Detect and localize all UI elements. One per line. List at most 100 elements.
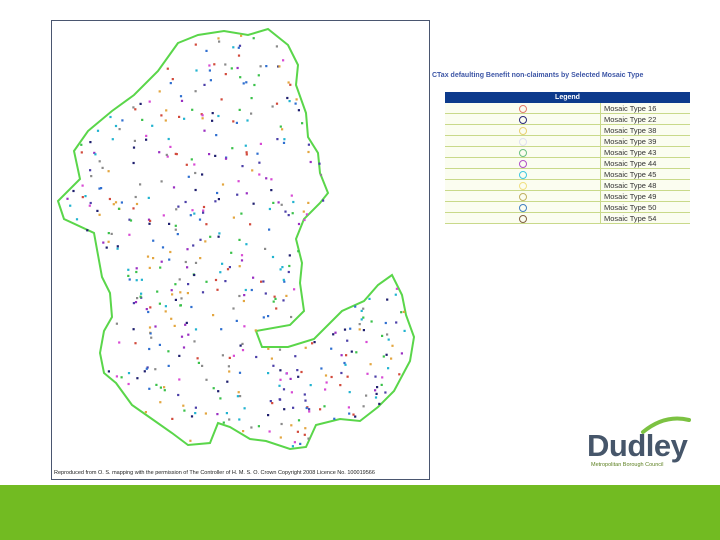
map-point [230,67,233,70]
map-point [175,208,178,211]
map-point [177,205,180,208]
map-point [88,204,91,207]
map-point [400,352,403,355]
map-point [291,445,294,448]
map-point [154,368,157,371]
map-point [132,328,135,331]
map-point [212,387,215,390]
map-point [165,153,168,156]
map-point [278,348,282,351]
map-point [132,161,135,165]
map-point [205,223,208,226]
map-point [161,246,165,249]
map-point [245,243,248,246]
map-point [139,295,142,298]
map-point [174,228,177,231]
map-point [362,307,365,310]
map-point [98,160,101,163]
map-point [236,193,239,196]
map-point [174,298,177,301]
map-point [159,401,162,404]
legend-label: Mosaic Type 39 [600,135,690,147]
map-point [232,354,235,357]
map-point [151,124,154,127]
map-point [343,361,346,365]
legend-row: Mosaic Type 38 [445,124,690,136]
map-point [384,391,387,394]
map-point [374,389,377,392]
map-point [178,354,181,357]
map-point [127,268,130,271]
map-point [251,169,254,172]
map-point [184,260,187,264]
map-point [360,318,363,321]
map-point [299,442,302,445]
map-point [149,306,152,309]
map-point [148,347,151,351]
map-point [203,129,206,132]
map-point [256,152,259,155]
map-point [116,247,119,250]
map-point [250,426,253,429]
map-point [204,240,207,243]
map-point [271,105,274,108]
map-point [290,194,293,197]
map-point [282,299,285,302]
map-point [133,139,136,142]
map-point [221,354,224,357]
map-point [155,383,158,386]
map-point [201,117,204,120]
map-point [111,138,114,141]
map-point [194,406,197,409]
map-point [189,439,192,442]
map-point [246,119,249,122]
map-point [172,186,176,189]
map-point [301,122,304,125]
map-point [366,372,369,375]
map-point [190,305,193,309]
map-point [275,45,278,48]
map-point [199,257,202,260]
map-point [176,233,179,236]
map-point [115,322,118,325]
map-point [285,372,288,375]
map-point [235,319,238,322]
map-point [296,369,299,372]
map-point [158,151,161,154]
legend-row: Mosaic Type 48 [445,179,690,191]
map-point [403,329,406,332]
map-point [292,200,295,204]
map-point [292,406,295,409]
map-point [323,405,326,408]
map-point [237,180,240,183]
map-point [253,83,256,87]
legend-table: Legend Mosaic Type 16 Mosaic Type 22 Mosai… [445,92,690,224]
map-point [268,207,271,211]
legend-symbol-icon [518,115,527,124]
map-point [243,407,246,410]
map-point [320,367,323,370]
map-point [324,374,328,377]
map-point [236,66,239,70]
map-point [267,372,270,375]
map-point [232,216,235,219]
map-point [152,257,155,260]
map-point [120,376,123,379]
map-point [134,195,137,199]
map-point [303,433,306,436]
map-point [132,106,135,109]
map-point [140,278,143,281]
map-point [134,108,137,111]
map-point [244,288,247,292]
map-point [201,114,204,117]
legend-title: CTax defaulting Benefit non-claimants by… [432,72,644,79]
map-point [281,128,284,131]
map-point [160,180,163,183]
map-point [242,430,245,433]
map-point [283,408,286,411]
map-point [384,321,387,325]
map-point [164,119,167,122]
map-point [143,370,146,373]
map-point [96,209,99,212]
map-point [297,419,301,422]
